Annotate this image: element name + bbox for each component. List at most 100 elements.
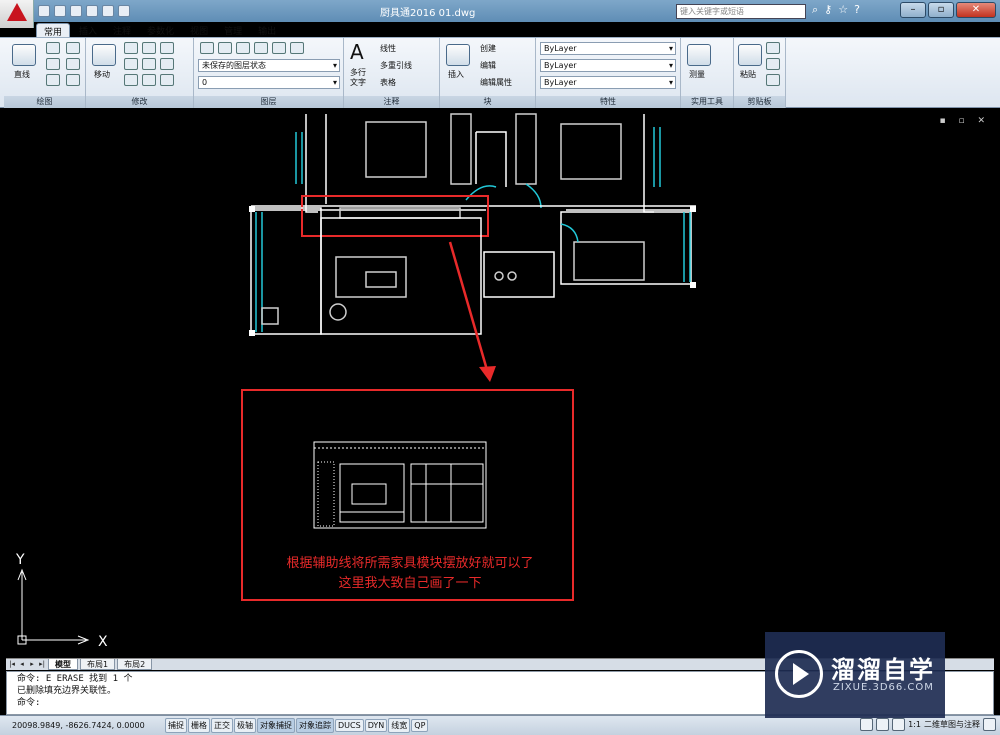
paste-icon[interactable] (738, 44, 762, 66)
arc-icon[interactable] (66, 42, 80, 54)
binoculars-icon[interactable]: ⌕ (812, 3, 818, 17)
layer-previous-icon[interactable] (254, 42, 268, 54)
drawing-canvas[interactable]: ▪ ▫ ✕ 根据辅助线将所需家具模块摆放好就可以了 这里我大致自己画了一下 Y … (6, 112, 994, 658)
fillet-icon[interactable] (160, 58, 174, 70)
layer-freeze-icon[interactable] (290, 42, 304, 54)
stretch-icon[interactable] (124, 74, 138, 86)
tab-layout1[interactable]: 布局1 (80, 659, 116, 670)
zoom-icon[interactable] (892, 718, 906, 731)
block-panel-footer[interactable]: 块 (440, 96, 535, 108)
clean-screen-icon[interactable] (983, 718, 996, 731)
multiline-text-label: 多行 文字 (350, 68, 366, 87)
model-space-icon[interactable] (860, 718, 874, 731)
first-tab-icon[interactable]: |◂ (8, 660, 16, 669)
rotate-icon[interactable] (124, 42, 138, 54)
layer-properties-icon[interactable] (200, 42, 214, 54)
maximize-button[interactable]: ▫ (928, 2, 954, 18)
tab-view[interactable]: 视图 (183, 23, 215, 37)
polyline-icon[interactable] (46, 42, 60, 54)
multileader-button[interactable]: 多重引线 (380, 60, 412, 71)
application-menu-button[interactable] (0, 0, 34, 28)
prev-tab-icon[interactable]: ◂ (18, 660, 26, 669)
next-tab-icon[interactable]: ▸ (28, 660, 36, 669)
star-icon[interactable]: ☆ (838, 3, 848, 17)
hatch-icon[interactable] (66, 74, 80, 86)
ducs-toggle[interactable]: DUCS (335, 719, 364, 732)
rectangle-icon[interactable] (66, 58, 80, 70)
snap-toggle[interactable]: 捕捉 (165, 718, 187, 733)
tab-model[interactable]: 模型 (48, 659, 78, 670)
tab-manage[interactable]: 管理 (217, 23, 249, 37)
linear-dimension-button[interactable]: 线性 (380, 43, 396, 54)
trim-icon[interactable] (142, 42, 156, 54)
edit-attributes-button[interactable]: 编辑属性 (480, 77, 512, 88)
block-panel: 插入 创建 编辑 编辑属性 块 (440, 38, 536, 108)
create-block-button[interactable]: 创建 (480, 43, 496, 54)
layers-panel-footer[interactable]: 图层 (194, 96, 343, 108)
annotation-scale[interactable]: 1:1 (908, 720, 921, 729)
layer-state-icon[interactable] (218, 42, 232, 54)
current-layer-dropdown[interactable]: 0 (198, 76, 340, 89)
tab-insert[interactable]: 插入 (72, 23, 104, 37)
properties-panel-footer[interactable]: 特性 (536, 96, 680, 108)
ellipse-icon[interactable] (46, 74, 60, 86)
workspace-switch[interactable]: 二维草图与注释 (924, 719, 980, 730)
key-icon[interactable]: ⚷ (824, 3, 832, 17)
move-icon[interactable] (92, 44, 116, 66)
save-icon[interactable] (70, 5, 82, 17)
copy-icon[interactable] (124, 58, 138, 70)
grid-toggle[interactable]: 栅格 (188, 718, 210, 733)
line-icon[interactable] (12, 44, 36, 66)
circle-icon[interactable] (46, 58, 60, 70)
help-icon[interactable]: ? (854, 3, 860, 17)
match-properties-icon[interactable] (766, 74, 780, 86)
cut-icon[interactable] (766, 42, 780, 54)
pan-icon[interactable] (876, 718, 890, 731)
scale-icon[interactable] (142, 74, 156, 86)
floor-plan (249, 113, 696, 336)
otrack-toggle[interactable]: 对象追踪 (296, 718, 334, 733)
redo-icon[interactable] (102, 5, 114, 17)
undo-icon[interactable] (86, 5, 98, 17)
multiline-text-icon[interactable]: A (350, 40, 364, 64)
layer-state-dropdown[interactable]: 未保存的图层状态 (198, 59, 340, 72)
linetype-dropdown[interactable]: ByLayer (540, 59, 676, 72)
dyn-toggle[interactable]: DYN (364, 719, 388, 732)
tab-output[interactable]: 输出 (251, 23, 283, 37)
modify-panel-footer[interactable]: 修改 (86, 96, 193, 108)
annotation-panel-footer[interactable]: 注释 (344, 96, 439, 108)
print-icon[interactable] (118, 5, 130, 17)
draw-panel-footer[interactable]: 绘图 (4, 96, 85, 108)
minimize-button[interactable]: – (900, 2, 926, 18)
copy-clip-icon[interactable] (766, 58, 780, 70)
insert-block-icon[interactable] (446, 44, 470, 66)
open-icon[interactable] (54, 5, 66, 17)
layer-isolate-icon[interactable] (272, 42, 286, 54)
new-icon[interactable] (38, 5, 50, 17)
search-input[interactable]: 键入关键字或短语 (676, 4, 806, 19)
color-dropdown[interactable]: ByLayer (540, 42, 676, 55)
lineweight-toggle[interactable]: 线宽 (388, 718, 411, 733)
clipboard-panel-footer[interactable]: 剪贴板 (734, 96, 785, 108)
polar-toggle[interactable]: 极轴 (234, 718, 256, 733)
edit-block-button[interactable]: 编辑 (480, 60, 496, 71)
lineweight-dropdown[interactable]: ByLayer (540, 76, 676, 89)
erase-icon[interactable] (160, 42, 174, 54)
last-tab-icon[interactable]: ▸| (38, 660, 46, 669)
layer-match-icon[interactable] (236, 42, 250, 54)
viewport-controls[interactable]: ▪ ▫ ✕ (940, 116, 990, 126)
qp-toggle[interactable]: QP (411, 719, 429, 732)
close-button[interactable]: ✕ (956, 2, 996, 18)
osnap-toggle[interactable]: 对象捕捉 (257, 718, 295, 733)
move-label: 移动 (94, 70, 110, 79)
tab-home[interactable]: 常用 (36, 23, 71, 38)
table-button[interactable]: 表格 (380, 77, 396, 88)
tab-annotate[interactable]: 注释 (106, 23, 138, 37)
mirror-icon[interactable] (142, 58, 156, 70)
tab-layout2[interactable]: 布局2 (117, 659, 153, 670)
tab-parametric[interactable]: 参数化 (140, 23, 181, 37)
ortho-toggle[interactable]: 正交 (211, 718, 233, 733)
utilities-panel-footer[interactable]: 实用工具 (681, 96, 733, 108)
array-icon[interactable] (160, 74, 174, 86)
measure-icon[interactable] (687, 44, 711, 66)
